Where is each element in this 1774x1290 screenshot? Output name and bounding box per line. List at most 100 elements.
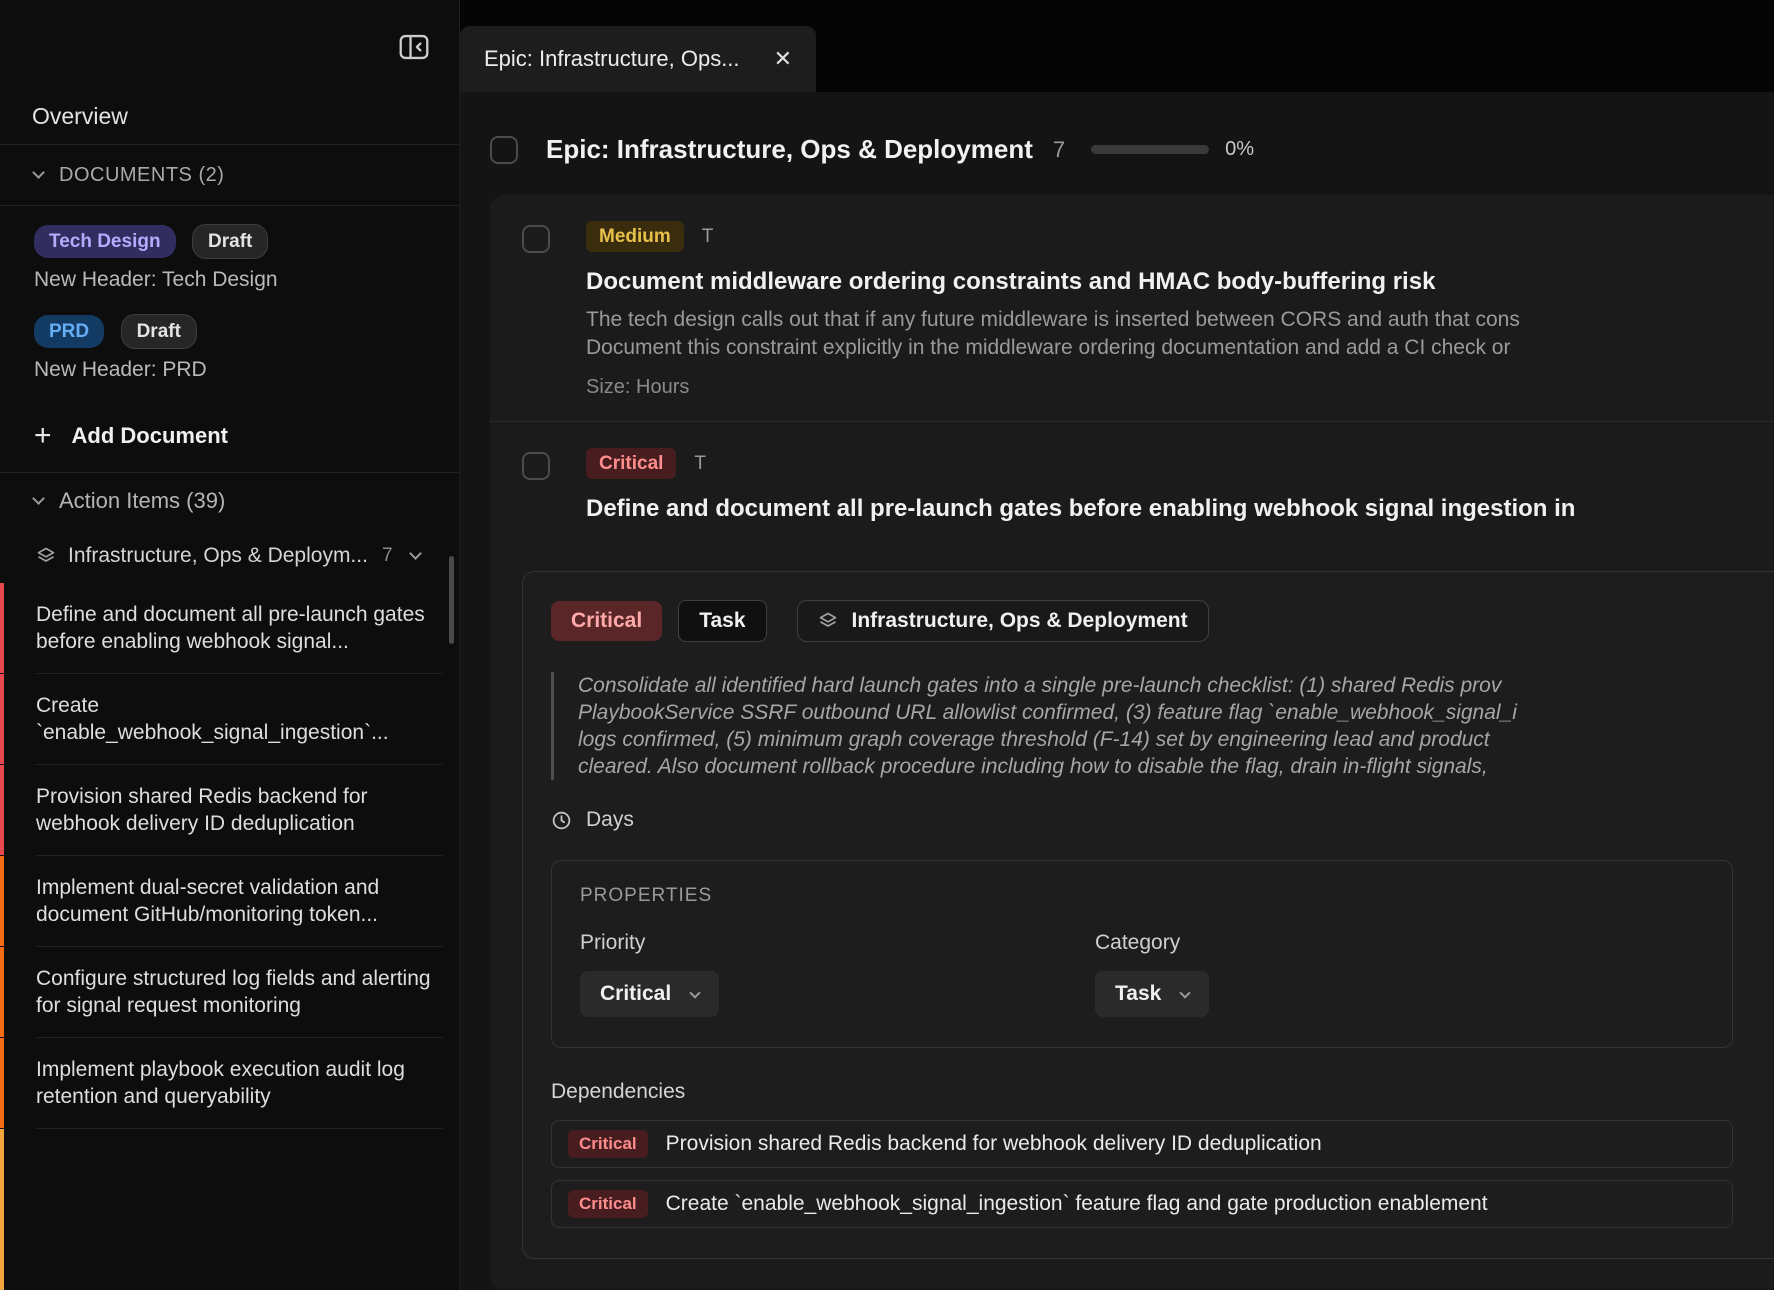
document-type-badge: Tech Design (34, 225, 176, 258)
group-count: 7 (382, 545, 393, 567)
quote-line: PlaybookService SSRF outbound URL allowl… (578, 699, 1774, 726)
task-list-card: Medium T Document middleware ordering co… (490, 195, 1774, 1289)
task-row-expanded-wrapper: Critical T Define and document all pre-l… (490, 422, 1774, 1259)
sidebar-item-overview[interactable]: Overview (0, 88, 459, 144)
task-row-middleware[interactable]: Medium T Document middleware ordering co… (490, 195, 1774, 421)
priority-dropdown[interactable]: Critical (580, 971, 719, 1017)
chevron-down-icon (32, 492, 45, 505)
action-item[interactable]: Configure structured log fields and aler… (0, 947, 459, 1037)
epic-header: Epic: Infrastructure, Ops & Deployment 7… (460, 92, 1774, 195)
epic-title: Epic: Infrastructure, Ops & Deployment (546, 134, 1033, 165)
task-checkbox[interactable] (522, 225, 550, 253)
app-root: Overview DOCUMENTS (2) Tech Design Draft… (0, 0, 1774, 1290)
priority-bar (0, 856, 4, 946)
sidebar-scrollbar[interactable] (449, 556, 454, 644)
chevron-down-icon (409, 547, 422, 560)
epic-progress-percent: 0% (1225, 138, 1254, 161)
task-checkbox[interactable] (522, 452, 550, 480)
document-status-badge: Draft (192, 224, 268, 259)
chevron-down-icon (1180, 987, 1191, 998)
task-description-line: Document this constraint explicitly in t… (586, 334, 1774, 362)
chevron-down-icon (32, 166, 45, 179)
action-item-label: Create `enable_webhook_signal_ingestion`… (36, 694, 389, 744)
clock-icon (551, 810, 572, 831)
action-item[interactable]: Implement dual-secret validation and doc… (0, 856, 459, 946)
quote-line: Consolidate all identified hard launch g… (578, 672, 1774, 699)
layers-icon (818, 611, 838, 631)
documents-list: Tech Design Draft New Header: Tech Desig… (0, 206, 459, 472)
task-detail-panel: Critical Task Infrastructure, Ops & Depl… (522, 571, 1774, 1259)
task-type-icon: T (702, 226, 714, 248)
priority-badge-medium: Medium (586, 221, 684, 252)
quote-line: logs confirmed, (5) minimum graph covera… (578, 726, 1774, 753)
category-dropdown-value: Task (1115, 982, 1161, 1006)
sidebar-collapse-icon[interactable] (399, 34, 429, 60)
action-item[interactable]: Define and document all pre-launch gates… (0, 583, 459, 673)
document-item-prd[interactable]: PRD Draft New Header: PRD (34, 314, 429, 382)
action-item-label: Define and document all pre-launch gates… (36, 603, 425, 653)
plus-icon: + (34, 421, 52, 451)
sidebar-header (0, 0, 459, 88)
priority-label: Priority (580, 931, 1095, 955)
priority-bar (0, 583, 4, 673)
action-item-partial[interactable] (0, 1129, 459, 1290)
priority-bar (0, 1038, 4, 1128)
task-row-prelaunch-gates[interactable]: Critical T Define and document all pre-l… (490, 422, 1774, 545)
add-document-button[interactable]: + Add Document (34, 414, 429, 458)
action-item[interactable]: Implement playbook execution audit log r… (0, 1038, 459, 1128)
task-description-quote: Consolidate all identified hard launch g… (551, 672, 1774, 780)
tab-title: Epic: Infrastructure, Ops... (484, 46, 756, 72)
epic-progress-bar (1091, 145, 1209, 154)
priority-dropdown-value: Critical (600, 982, 671, 1006)
task-size-label: Size: Hours (586, 376, 1774, 399)
action-items-section-header[interactable]: Action Items (39) (0, 473, 459, 529)
epic-content: Epic: Infrastructure, Ops & Deployment 7… (460, 92, 1774, 1290)
properties-box: PROPERTIES Priority Critical (551, 860, 1733, 1048)
sidebar: Overview DOCUMENTS (2) Tech Design Draft… (0, 0, 460, 1290)
priority-badge-critical: Critical (586, 448, 676, 479)
action-item[interactable]: Create `enable_webhook_signal_ingestion`… (0, 674, 459, 764)
main-area: Epic: Infrastructure, Ops... ✕ Epic: Inf… (460, 0, 1774, 1290)
epic-checkbox[interactable] (490, 136, 518, 164)
documents-section-label: DOCUMENTS (2) (59, 164, 224, 187)
category-dropdown[interactable]: Task (1095, 971, 1209, 1017)
document-item-tech-design[interactable]: Tech Design Draft New Header: Tech Desig… (34, 224, 429, 292)
dependency-title: Provision shared Redis backend for webho… (666, 1132, 1322, 1156)
task-row-content: Medium T Document middleware ordering co… (586, 221, 1774, 399)
action-items-section-label: Action Items (39) (59, 488, 225, 514)
dependencies-label: Dependencies (551, 1080, 1774, 1104)
category-label: Category (1095, 931, 1610, 955)
dependency-priority-badge: Critical (568, 1130, 648, 1158)
dependency-title: Create `enable_webhook_signal_ingestion`… (666, 1192, 1488, 1216)
dependency-row[interactable]: Critical Create `enable_webhook_signal_i… (551, 1180, 1733, 1228)
dependency-row[interactable]: Critical Provision shared Redis backend … (551, 1120, 1733, 1168)
duration-row: Days (551, 808, 1774, 832)
group-label: Infrastructure, Ops & Deploym... (68, 544, 368, 568)
priority-bar (0, 947, 4, 1037)
document-type-badge: PRD (34, 315, 104, 348)
tab-epic-infrastructure[interactable]: Epic: Infrastructure, Ops... ✕ (460, 26, 816, 92)
tab-close-icon[interactable]: ✕ (774, 46, 792, 72)
add-document-label: Add Document (72, 423, 228, 449)
documents-section-header[interactable]: DOCUMENTS (2) (0, 145, 459, 205)
priority-bar (0, 674, 4, 764)
priority-bar (0, 765, 4, 855)
chevron-down-icon (690, 987, 701, 998)
document-title: New Header: Tech Design (34, 268, 429, 292)
detail-epic-badge[interactable]: Infrastructure, Ops & Deployment (797, 600, 1209, 642)
task-type-icon: T (694, 453, 706, 475)
layers-icon (36, 546, 56, 566)
quote-line: cleared. Also document rollback procedur… (578, 753, 1774, 780)
detail-category-badge: Task (678, 600, 766, 642)
document-status-badge: Draft (121, 314, 197, 349)
detail-epic-badge-label: Infrastructure, Ops & Deployment (852, 609, 1188, 633)
action-item[interactable]: Provision shared Redis backend for webho… (0, 765, 459, 855)
tab-bar: Epic: Infrastructure, Ops... ✕ (460, 0, 1774, 92)
priority-bar (0, 1129, 4, 1290)
duration-label: Days (586, 808, 634, 832)
action-item-label: Configure structured log fields and aler… (36, 967, 431, 1017)
detail-badges-row: Critical Task Infrastructure, Ops & Depl… (551, 600, 1774, 642)
action-items-group-infrastructure[interactable]: Infrastructure, Ops & Deploym... 7 (0, 529, 459, 583)
document-title: New Header: PRD (34, 358, 429, 382)
action-item-label: Provision shared Redis backend for webho… (36, 785, 368, 835)
